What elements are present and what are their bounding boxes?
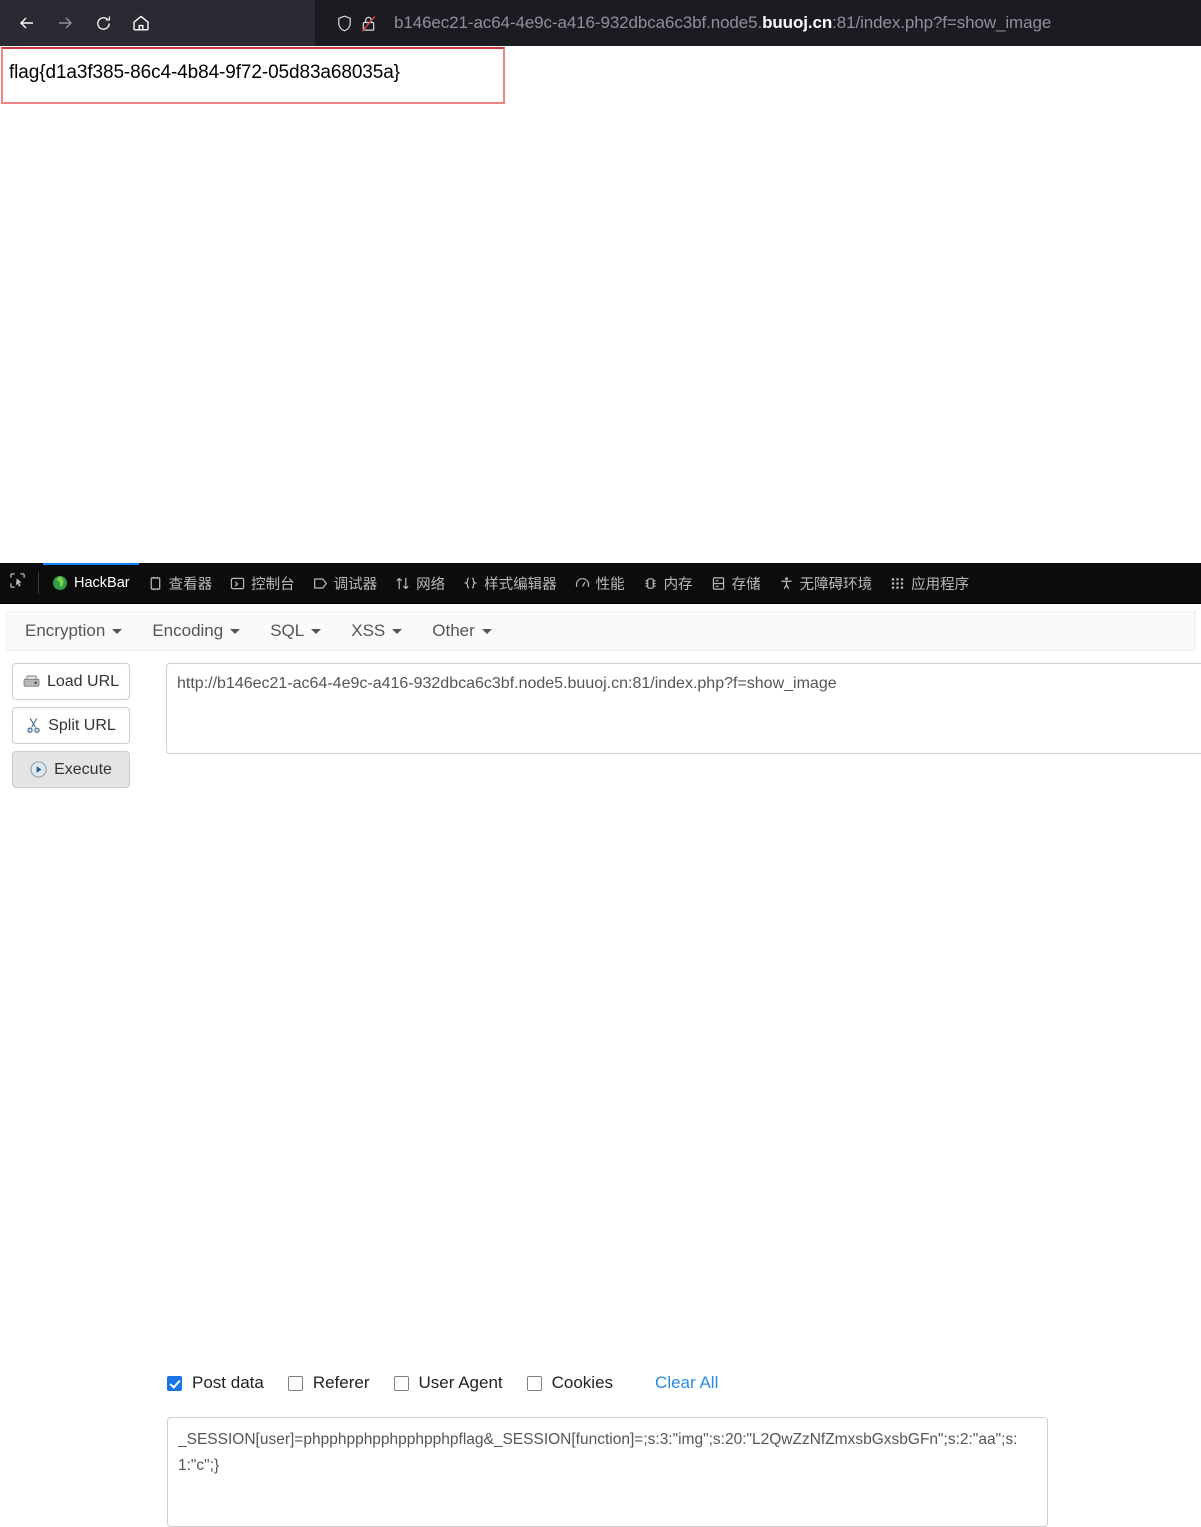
tab-memory[interactable]: 内存 <box>634 563 702 603</box>
checkbox-label: Cookies <box>551 1373 614 1392</box>
hackbar-panel: Encryption Encoding SQL XSS Other Load U… <box>0 604 1201 1527</box>
tab-style-editor[interactable]: 样式编辑器 <box>454 563 566 603</box>
menu-label: Other <box>432 621 475 640</box>
execute-button[interactable]: Execute <box>12 751 130 788</box>
url-prefix: b146ec21-ac64-4e9c-a416-932dbca6c3bf.nod… <box>394 13 763 32</box>
split-url-button[interactable]: Split URL <box>12 707 130 744</box>
clear-all-link[interactable]: Clear All <box>655 1373 718 1393</box>
hackbar-action-buttons: Load URL Split URL Execute <box>12 663 130 795</box>
load-url-button[interactable]: Load URL <box>12 663 130 700</box>
checkbox-box[interactable] <box>393 1375 409 1391</box>
inspector-icon <box>148 576 163 591</box>
chevron-down-icon <box>311 628 322 634</box>
debugger-icon <box>313 576 328 591</box>
home-button[interactable] <box>122 4 160 42</box>
url-bar[interactable]: b146ec21-ac64-4e9c-a416-932dbca6c3bf.nod… <box>315 0 1201 46</box>
chevron-down-icon <box>481 628 492 634</box>
tab-label: 应用程序 <box>911 576 970 593</box>
application-icon <box>890 576 905 591</box>
url-text[interactable]: b146ec21-ac64-4e9c-a416-932dbca6c3bf.nod… <box>394 13 1051 33</box>
button-label: Load URL <box>46 672 120 690</box>
load-url-icon <box>23 674 40 689</box>
tab-label: 存储 <box>731 576 761 593</box>
element-picker-button[interactable] <box>0 563 34 603</box>
menu-encryption[interactable]: Encryption <box>13 621 134 641</box>
url-textarea[interactable]: http://b146ec21-ac64-4e9c-a416-932dbca6c… <box>166 663 1201 754</box>
checkbox-box[interactable] <box>287 1375 303 1391</box>
broken-lock-icon[interactable] <box>356 11 380 35</box>
checkbox-cookies[interactable]: Cookies <box>526 1373 614 1393</box>
checkbox-label: Referer <box>312 1373 370 1392</box>
play-icon <box>30 761 47 778</box>
tab-label: 查看器 <box>168 576 213 593</box>
hackbar-options-row: Post data Referer User Agent Cookies Cle… <box>167 1373 718 1393</box>
shield-icon[interactable] <box>332 11 356 35</box>
checkbox-box[interactable] <box>526 1375 542 1391</box>
tab-label: HackBar <box>74 575 130 591</box>
tab-storage[interactable]: 存储 <box>702 563 770 603</box>
menu-sql[interactable]: SQL <box>258 621 333 641</box>
menu-label: Encryption <box>25 621 106 640</box>
scissors-icon <box>26 717 41 734</box>
tab-console[interactable]: 控制台 <box>221 563 304 603</box>
back-button[interactable] <box>8 4 46 42</box>
checkbox-post-data[interactable]: Post data <box>167 1373 264 1393</box>
tab-label: 网络 <box>416 576 446 593</box>
menu-label: XSS <box>351 621 386 640</box>
home-icon <box>131 13 151 33</box>
memory-icon <box>643 576 658 591</box>
console-icon <box>230 576 245 591</box>
checkbox-referer[interactable]: Referer <box>287 1373 370 1393</box>
storage-icon <box>711 576 726 591</box>
reload-icon <box>94 14 113 33</box>
style-editor-icon <box>463 576 478 591</box>
post-data-textarea[interactable]: _SESSION[user]=phpphpphpphpphpphpflag&_S… <box>167 1417 1048 1527</box>
menu-label: SQL <box>270 621 305 640</box>
tab-label: 样式编辑器 <box>484 576 557 593</box>
tab-accessibility[interactable]: 无障碍环境 <box>770 563 882 603</box>
checkbox-label: User Agent <box>418 1373 503 1392</box>
tab-performance[interactable]: 性能 <box>566 563 634 603</box>
menu-label: Encoding <box>152 621 224 640</box>
flag-text: flag{d1a3f385-86c4-4b84-9f72-05d83a68035… <box>9 62 400 83</box>
reload-button[interactable] <box>84 4 122 42</box>
tab-hackbar[interactable]: HackBar <box>43 563 139 603</box>
menu-xss[interactable]: XSS <box>339 621 414 641</box>
accessibility-icon <box>779 576 794 591</box>
arrow-right-icon <box>55 13 75 33</box>
checkbox-box[interactable] <box>167 1375 182 1391</box>
tab-label: 控制台 <box>251 576 295 593</box>
tab-debugger[interactable]: 调试器 <box>304 563 387 603</box>
url-host: buuoj.cn <box>762 13 833 32</box>
forward-button[interactable] <box>46 4 84 42</box>
arrow-left-icon <box>17 13 37 33</box>
hackbar-icon <box>52 575 68 591</box>
menu-encoding[interactable]: Encoding <box>140 621 252 641</box>
network-icon <box>395 576 410 591</box>
toolbar-divider <box>38 572 39 594</box>
flag-box: flag{d1a3f385-86c4-4b84-9f72-05d83a68035… <box>1 47 505 104</box>
tab-label: 调试器 <box>333 576 378 593</box>
devtools-toolbar: HackBar 查看器 控制台 调试器 网络 样式编辑器 性能 内存 存储 无障… <box>0 563 1201 604</box>
button-label: Execute <box>54 760 112 778</box>
hackbar-menubar: Encryption Encoding SQL XSS Other <box>6 611 1196 651</box>
tab-label: 内存 <box>663 576 693 593</box>
tab-inspector[interactable]: 查看器 <box>139 563 222 603</box>
performance-icon <box>575 576 590 591</box>
tab-label: 性能 <box>595 576 625 593</box>
checkbox-label: Post data <box>192 1373 264 1392</box>
tab-network[interactable]: 网络 <box>386 563 454 603</box>
checkbox-user-agent[interactable]: User Agent <box>393 1373 503 1393</box>
url-bar-icons <box>332 11 380 35</box>
button-label: Split URL <box>48 716 116 734</box>
element-picker-icon <box>9 572 26 594</box>
tab-label: 无障碍环境 <box>799 576 873 593</box>
page-content: flag{d1a3f385-86c4-4b84-9f72-05d83a68035… <box>0 46 1201 563</box>
menu-other[interactable]: Other <box>420 621 504 641</box>
chevron-down-icon <box>392 628 403 634</box>
chevron-down-icon <box>230 628 241 634</box>
url-suffix: :81/index.php?f=show_image <box>832 13 1052 32</box>
tab-application[interactable]: 应用程序 <box>881 563 978 603</box>
chevron-down-icon <box>112 628 123 634</box>
